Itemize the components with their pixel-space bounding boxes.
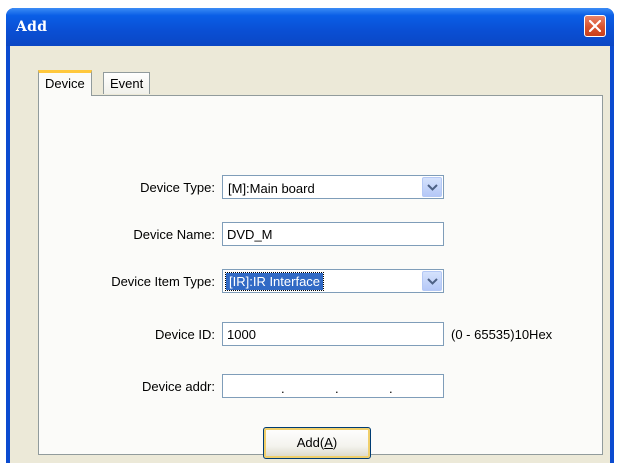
chevron-down-icon	[427, 278, 438, 285]
title-bar[interactable]: Add	[6, 8, 614, 46]
device-name-field[interactable]: DVD_M	[222, 222, 444, 246]
device-tab-panel: Device Type: [M]:Main board Device Name:…	[38, 95, 603, 459]
device-id-label: Device ID:	[155, 327, 215, 342]
tab-event-label: Event	[110, 76, 144, 91]
device-item-type-dropdown-button[interactable]	[422, 271, 442, 291]
add-button-accelerator: A	[324, 435, 333, 450]
dialog-client-area: Device Event Device Type: [M]:Main board…	[10, 46, 610, 463]
tab-event[interactable]: Event	[103, 72, 151, 94]
window-frame-right	[610, 46, 614, 463]
device-addr-ip-field[interactable]: . . .	[222, 374, 444, 398]
device-type-value: [M]:Main board	[228, 181, 315, 196]
tab-device[interactable]: Device	[38, 70, 92, 96]
device-id-range-hint: (0 - 65535)10Hex	[451, 327, 553, 342]
ip-separator-dot: .	[335, 381, 339, 396]
device-name-value: DVD_M	[227, 227, 273, 242]
ip-separator-dot: .	[281, 381, 285, 396]
add-button[interactable]: Add(A)	[263, 427, 371, 459]
add-button-label-close: )	[332, 435, 338, 450]
device-item-type-label: Device Item Type:	[111, 274, 215, 289]
device-id-field[interactable]: 1000	[222, 322, 444, 346]
device-item-type-select[interactable]: [IR]:IR Interface	[222, 269, 444, 293]
device-id-value: 1000	[227, 327, 256, 342]
device-type-select[interactable]: [M]:Main board	[222, 175, 444, 199]
close-icon	[589, 20, 601, 32]
tab-device-label: Device	[45, 76, 85, 91]
add-button-label: Add(	[296, 435, 325, 450]
device-type-dropdown-button[interactable]	[422, 177, 442, 197]
device-type-label: Device Type:	[140, 180, 215, 195]
close-button[interactable]	[584, 15, 606, 37]
device-addr-label: Device addr:	[142, 379, 215, 394]
window-title: Add	[16, 19, 48, 35]
device-item-type-value: [IR]:IR Interface	[224, 272, 325, 291]
chevron-down-icon	[427, 184, 438, 191]
ip-separator-dot: .	[389, 381, 393, 396]
device-name-label: Device Name:	[133, 227, 215, 242]
dialog-window: Add Device Event Device Type: [M]:Main b…	[6, 8, 614, 463]
